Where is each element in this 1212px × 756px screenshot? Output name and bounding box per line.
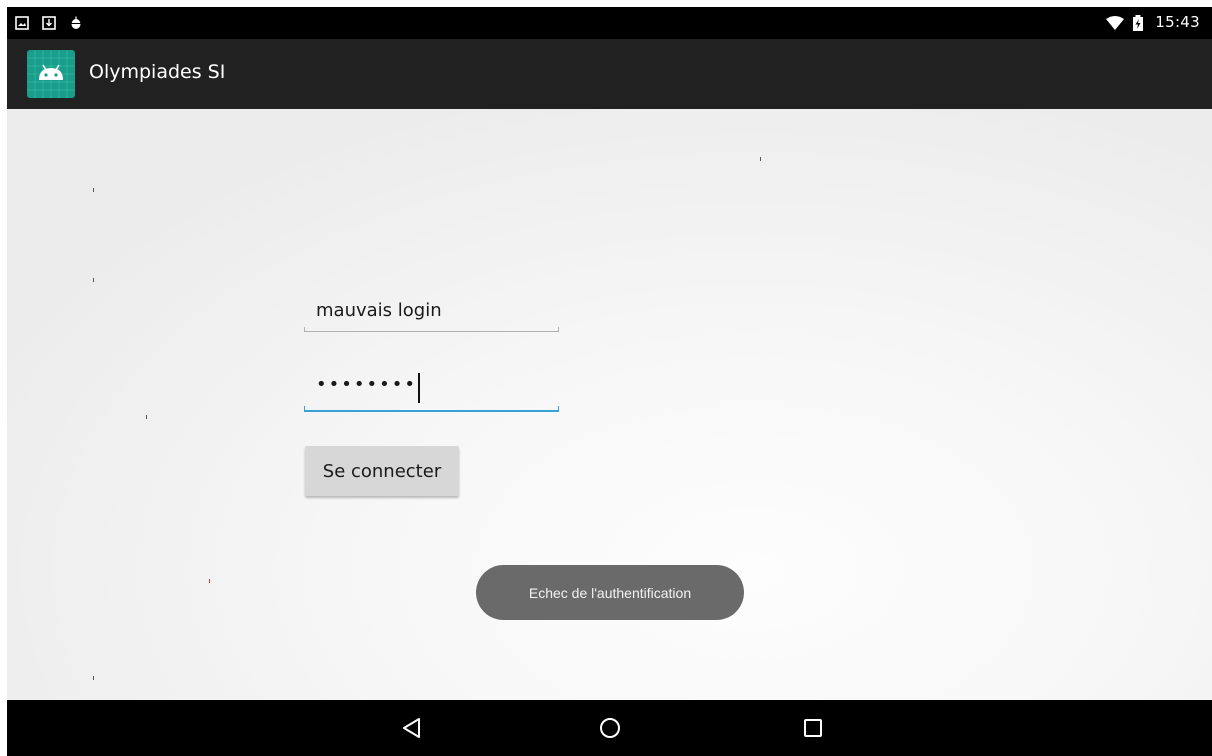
connect-button[interactable]: Se connecter bbox=[305, 446, 459, 496]
password-input[interactable]: •••••••• bbox=[304, 367, 559, 415]
device-screen: 15:43 Olympiades SI mauvais login ••••••… bbox=[7, 7, 1212, 756]
status-bar: 15:43 bbox=[7, 7, 1212, 39]
status-clock: 15:43 bbox=[1155, 13, 1200, 31]
battery-charging-icon bbox=[1132, 15, 1144, 31]
artifact-speck bbox=[93, 188, 94, 192]
text-caret bbox=[418, 373, 420, 403]
artifact-speck bbox=[760, 157, 761, 161]
android-app-icon bbox=[27, 50, 75, 98]
artifact-speck bbox=[146, 415, 147, 419]
password-underline-left-tick bbox=[304, 406, 305, 410]
login-input-underline bbox=[304, 331, 559, 332]
android-debug-icon bbox=[69, 15, 83, 29]
login-content: mauvais login •••••••• Se connecter Eche… bbox=[7, 109, 1212, 700]
artifact-speck bbox=[93, 676, 94, 680]
password-input-value: •••••••• bbox=[316, 374, 417, 395]
login-underline-left-tick bbox=[304, 327, 305, 331]
action-bar: Olympiades SI bbox=[7, 39, 1212, 109]
artifact-speck bbox=[93, 278, 94, 282]
password-input-underline bbox=[304, 410, 559, 412]
toast-text: Echec de l'authentification bbox=[528, 584, 692, 601]
back-icon[interactable] bbox=[392, 708, 432, 748]
login-underline-right-tick bbox=[558, 327, 559, 331]
app-title: Olympiades SI bbox=[89, 61, 226, 83]
home-icon[interactable] bbox=[590, 708, 630, 748]
gallery-icon bbox=[15, 15, 29, 30]
recents-icon[interactable] bbox=[793, 708, 833, 748]
navigation-bar bbox=[7, 700, 1212, 756]
toast-message: Echec de l'authentification bbox=[476, 565, 744, 620]
download-icon bbox=[42, 15, 56, 30]
wifi-icon bbox=[1106, 15, 1124, 30]
login-input[interactable]: mauvais login bbox=[304, 292, 559, 340]
password-underline-right-tick bbox=[558, 406, 559, 410]
artifact-speck bbox=[209, 579, 210, 583]
login-input-value: mauvais login bbox=[316, 300, 442, 321]
